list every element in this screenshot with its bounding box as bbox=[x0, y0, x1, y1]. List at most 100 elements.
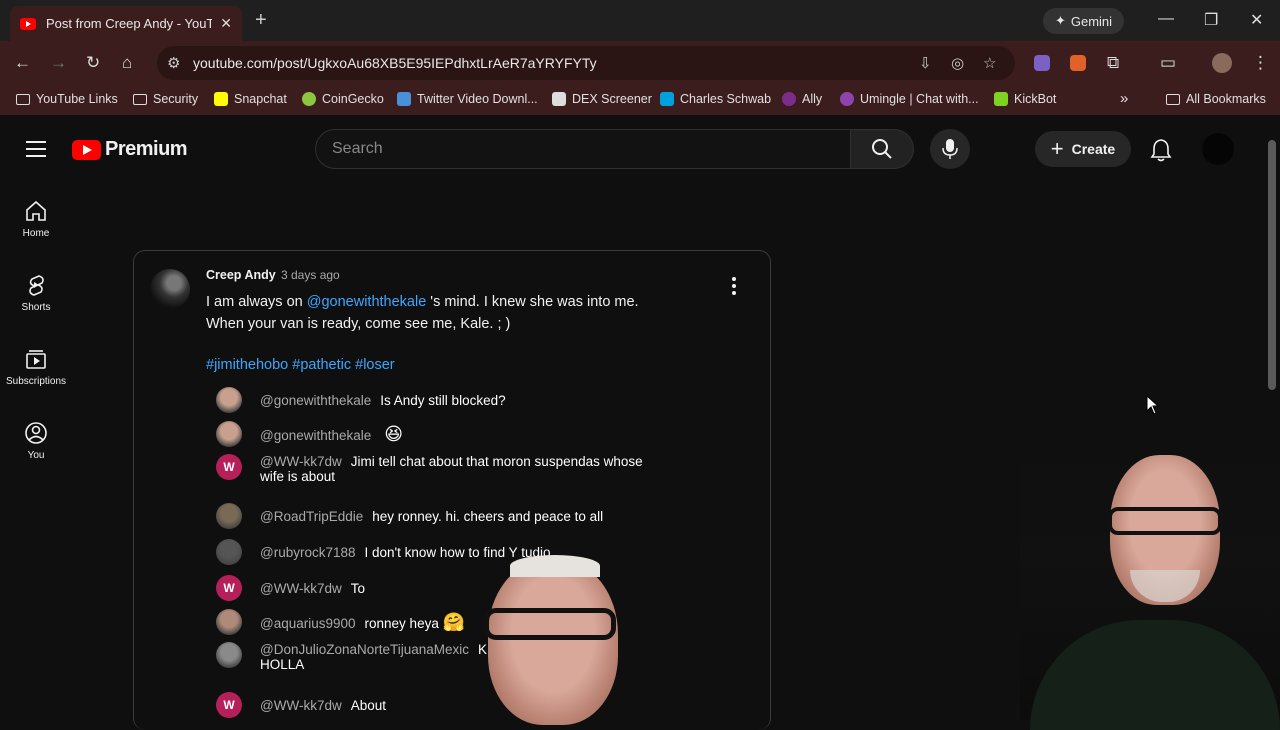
post-hashtags[interactable]: #jimithehobo #pathetic #loser bbox=[206, 357, 395, 373]
twitter-video-icon bbox=[397, 92, 411, 106]
bookmark-umingle[interactable]: Umingle | Chat with... bbox=[840, 92, 979, 106]
close-window-icon[interactable]: ✕ bbox=[1250, 10, 1263, 30]
sidebar-label: You bbox=[27, 450, 45, 461]
tab-search-icon[interactable]: ▭ bbox=[1160, 53, 1176, 73]
extensions-puzzle-icon[interactable]: ⧉ bbox=[1107, 53, 1119, 73]
search-input[interactable]: Search bbox=[315, 129, 851, 169]
profile-avatar[interactable] bbox=[1212, 53, 1232, 73]
bookmark-folder-youtube-links[interactable]: YouTube Links bbox=[16, 92, 118, 106]
chat-content: @DonJulioZonaNorteTijuanaMexicKE UHOLLA bbox=[260, 642, 510, 672]
sidebar-item-home[interactable]: Home bbox=[0, 200, 72, 239]
search-button[interactable] bbox=[851, 129, 914, 169]
create-button[interactable]: + Create bbox=[1035, 131, 1131, 167]
search-icon bbox=[872, 139, 892, 159]
post-author[interactable]: Creep Andy bbox=[206, 268, 276, 282]
minimize-icon[interactable]: — bbox=[1158, 10, 1174, 28]
chat-content: @aquarius9900 ronney heya 🤗 bbox=[260, 612, 465, 633]
glasses-shape bbox=[484, 608, 616, 640]
post-text-line2: When your van is ready, come see me, Kal… bbox=[206, 316, 511, 332]
webcam-overlay bbox=[1020, 445, 1280, 730]
new-tab-button[interactable]: + bbox=[255, 9, 267, 32]
schwab-icon bbox=[660, 92, 674, 106]
reload-icon[interactable]: ↻ bbox=[86, 53, 100, 73]
bookmark-dex-screener[interactable]: DEX Screener bbox=[552, 92, 652, 106]
voice-search-button[interactable] bbox=[930, 129, 970, 169]
bookmark-star-icon[interactable]: ☆ bbox=[983, 54, 996, 72]
chat-avatar bbox=[216, 387, 242, 413]
chat-content: @WW-kk7dw About bbox=[260, 698, 386, 713]
chat-username: @WW-kk7dw bbox=[260, 580, 342, 596]
bookmark-snapchat[interactable]: Snapchat bbox=[214, 92, 287, 106]
chat-avatar bbox=[216, 503, 242, 529]
restore-icon[interactable]: ❐ bbox=[1204, 10, 1218, 30]
page-scrollbar[interactable] bbox=[1268, 140, 1276, 390]
mention-link[interactable]: @gonewiththekale bbox=[307, 294, 427, 310]
hamburger-menu-icon[interactable] bbox=[26, 141, 46, 157]
chat-message: To bbox=[350, 580, 365, 596]
dex-screener-icon bbox=[552, 92, 566, 106]
chat-row: W @WW-kk7dw Jimi tell chat about that moro… bbox=[216, 454, 643, 484]
chat-avatar bbox=[216, 539, 242, 565]
account-avatar[interactable] bbox=[1202, 133, 1234, 165]
install-icon[interactable]: ⇩ bbox=[919, 54, 932, 72]
post-menu-icon[interactable] bbox=[732, 277, 736, 298]
youtube-page: Premium Search + Create Home Shorts Subs… bbox=[0, 115, 1280, 730]
back-icon[interactable]: ← bbox=[14, 53, 31, 73]
site-info-icon[interactable]: ⚙ bbox=[167, 54, 180, 72]
hair-shape bbox=[510, 555, 600, 577]
sidebar-label: Subscriptions bbox=[5, 376, 67, 387]
bookmark-twitter-video[interactable]: Twitter Video Downl... bbox=[397, 92, 538, 106]
author-avatar[interactable] bbox=[150, 269, 190, 309]
all-bookmarks-folder[interactable]: All Bookmarks bbox=[1166, 92, 1266, 106]
bookmark-label: DEX Screener bbox=[572, 92, 652, 106]
chat-message: About bbox=[350, 697, 386, 713]
bookmark-label: Charles Schwab bbox=[680, 92, 772, 106]
bookmark-charles-schwab[interactable]: Charles Schwab bbox=[660, 92, 771, 106]
sidebar-item-shorts[interactable]: Shorts bbox=[0, 274, 72, 313]
create-label: Create bbox=[1071, 141, 1116, 157]
chat-line: @WW-kk7dw About bbox=[260, 698, 386, 713]
close-tab-icon[interactable]: ✕ bbox=[220, 15, 232, 32]
home-icon bbox=[26, 200, 46, 221]
sidebar-label: Home bbox=[22, 228, 50, 239]
microphone-icon bbox=[942, 139, 958, 159]
post-time[interactable]: 3 days ago bbox=[281, 268, 340, 282]
bookmark-kickbot[interactable]: KickBot bbox=[994, 92, 1056, 106]
chat-row: @RoadTripEddie hey ronney. hi. cheers and… bbox=[216, 503, 603, 529]
bookmark-label: Twitter Video Downl... bbox=[417, 92, 538, 106]
bookmark-label: CoinGecko bbox=[322, 92, 384, 106]
bookmark-ally[interactable]: Ally bbox=[782, 92, 822, 106]
gemini-button[interactable]: ✦ Gemini bbox=[1043, 8, 1124, 34]
sidebar-item-subscriptions[interactable]: Subscriptions bbox=[0, 348, 72, 387]
forward-icon[interactable]: → bbox=[50, 53, 67, 73]
chat-line: @gonewiththekale Is Andy still blocked? bbox=[260, 393, 506, 408]
gemini-label: Gemini bbox=[1070, 13, 1113, 29]
folder-icon bbox=[16, 93, 30, 105]
chat-line: @WW-kk7dw To bbox=[260, 581, 365, 596]
home-icon[interactable]: ⌂ bbox=[122, 53, 132, 73]
bookmark-coingecko[interactable]: CoinGecko bbox=[302, 92, 384, 106]
you-icon bbox=[25, 422, 47, 444]
bookmark-label: Snapchat bbox=[234, 92, 287, 106]
browser-tab[interactable]: Post from Creep Andy - YouTub ✕ bbox=[10, 6, 242, 41]
notifications-bell-icon[interactable] bbox=[1150, 138, 1172, 162]
sidebar-item-you[interactable]: You bbox=[0, 422, 72, 461]
logo-text: Premium bbox=[105, 138, 188, 160]
youtube-premium-logo[interactable]: Premium bbox=[72, 138, 188, 161]
ally-icon bbox=[782, 92, 796, 106]
chat-message: Is Andy still blocked? bbox=[380, 392, 506, 408]
chat-message: ronney heya bbox=[364, 615, 439, 631]
chat-line: @DonJulioZonaNorteTijuanaMexicKE U bbox=[260, 642, 510, 657]
extension-purple-icon[interactable] bbox=[1034, 55, 1050, 71]
chat-row: @DonJulioZonaNorteTijuanaMexicKE UHOLLA bbox=[216, 642, 510, 672]
extension-orange-icon[interactable] bbox=[1070, 55, 1086, 71]
chat-row: W @WW-kk7dw To bbox=[216, 575, 365, 601]
chat-username: @aquarius9900 bbox=[260, 615, 356, 631]
menu-dots-icon[interactable]: ⋮ bbox=[1252, 53, 1269, 73]
webcam-overlay-center bbox=[480, 550, 625, 725]
bookmark-folder-security[interactable]: Security bbox=[133, 92, 198, 106]
more-bookmarks-icon[interactable]: » bbox=[1120, 90, 1128, 107]
address-bar[interactable]: ⚙ youtube.com/post/UgkxoAu68XB5E95IEPdhx… bbox=[157, 46, 1015, 80]
sidebar-label: Shorts bbox=[21, 302, 51, 313]
eye-off-icon[interactable]: ◎ bbox=[951, 54, 964, 72]
